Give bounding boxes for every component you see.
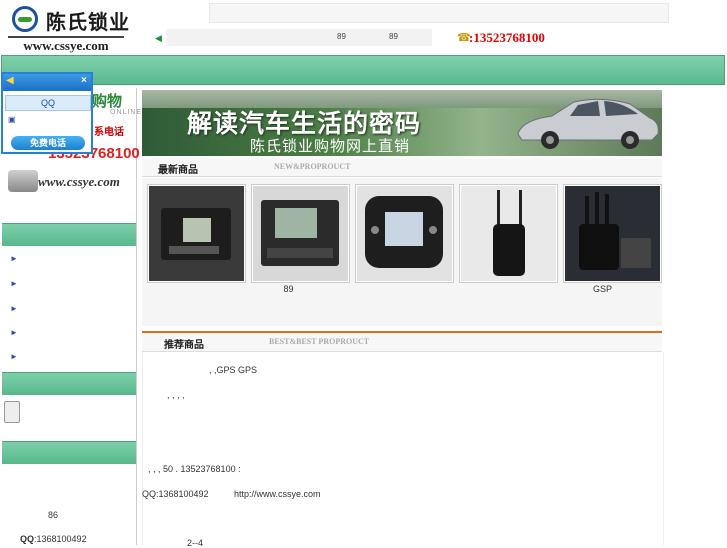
online-chat-widget[interactable]: ◀ × QQ ▣ 免费电话 [1,72,93,154]
product-card[interactable] [251,184,350,283]
category-header [2,223,136,246]
promo-url: www.cssye.com [38,174,120,189]
hero-banner[interactable]: 解读汽车生活的密码 陈氏锁业购物网上直销 [142,90,662,156]
category-arrow-icon[interactable]: ► [10,254,18,263]
chat-user-icon: ▣ [8,115,16,124]
new-products-title-en: NEW&PROPROUCT [274,162,351,171]
rec-url-link[interactable]: http://www.cssye.com [234,489,321,499]
new-products-title: 最新商品 [158,165,198,176]
rec-text-line2: , , , , [167,390,185,400]
product-card[interactable] [147,184,246,283]
category-arrow-icon[interactable]: ► [10,328,18,337]
product-image [149,186,244,281]
logo-url: www.cssye.com [8,36,124,54]
recommended-content: , ,GPS GPS , , , , , , , 50 . 1352376810… [142,352,664,548]
product-image [565,186,660,281]
close-icon[interactable]: × [81,75,87,86]
category-arrow-icon[interactable]: ► [10,352,18,361]
new-products-grid: 89 GSP [142,178,662,326]
free-call-button[interactable]: 免费电话 [11,136,85,150]
rec-qq: QQ:1368100492 [142,489,209,499]
contact-qq: QQ:1368100492 [20,534,87,544]
logo-title: 陈氏锁业 [46,10,130,34]
product-image [461,186,556,281]
contact-qq-label: QQ [20,534,35,544]
rec-text-line1: , ,GPS GPS [209,365,258,375]
car-image [517,98,659,149]
chat-speaker-icon: ◀ [6,75,14,86]
category-arrow-icon[interactable]: ► [10,304,18,313]
recommended-title-en: BEST&BEST PROPROUCT [269,337,370,346]
search-header [2,372,136,395]
product-name[interactable]: 89 [240,284,337,294]
left-sidebar: 购物 ONLINE 系电话 13523768100 www.cssye.com … [2,88,141,545]
rec-text-line5: 2--4 [187,538,204,548]
announcement-marquee[interactable]: 89 89 [166,29,432,46]
product-name[interactable]: GSP [554,284,651,294]
product-image [357,186,452,281]
contact-header [2,441,136,464]
contact-code: 86 [48,510,59,520]
promo-title: 购物 [92,93,123,110]
product-card[interactable] [563,184,662,283]
recommended-title: 推荐商品 [164,340,204,351]
recommended-tab: 推荐商品 BEST&BEST PROPROUCT [142,333,662,352]
key-icon [8,170,38,192]
marquee-text-2: 89 [389,32,398,41]
new-products-tab: 最新商品 NEW&PROPROUCT [142,158,662,177]
logo-emblem-icon [12,6,38,32]
speaker-icon: ◀ [155,33,162,43]
promo-online: ONLINE [110,109,143,116]
product-image [253,186,348,281]
search-input[interactable] [4,401,20,423]
main-nav-bar[interactable] [1,55,725,85]
header-phone: :13523768100 [469,30,545,45]
promo-call-label: 系电话 [94,127,124,138]
chat-header: ◀ × [3,74,91,91]
site-logo[interactable]: 陈氏锁业 www.cssye.com [4,2,129,54]
product-card[interactable] [459,184,558,283]
marquee-text-1: 89 [337,32,346,41]
rec-text-line3: , , , 50 . 13523768100 : [148,464,241,474]
product-card[interactable] [355,184,454,283]
contact-qq-number: :1368100492 [34,534,87,544]
qq-chat-button[interactable]: QQ [5,95,91,111]
banner-subtitle: 陈氏锁业购物网上直销 [250,138,411,155]
category-arrow-icon[interactable]: ► [10,279,18,288]
top-bar [209,3,669,23]
